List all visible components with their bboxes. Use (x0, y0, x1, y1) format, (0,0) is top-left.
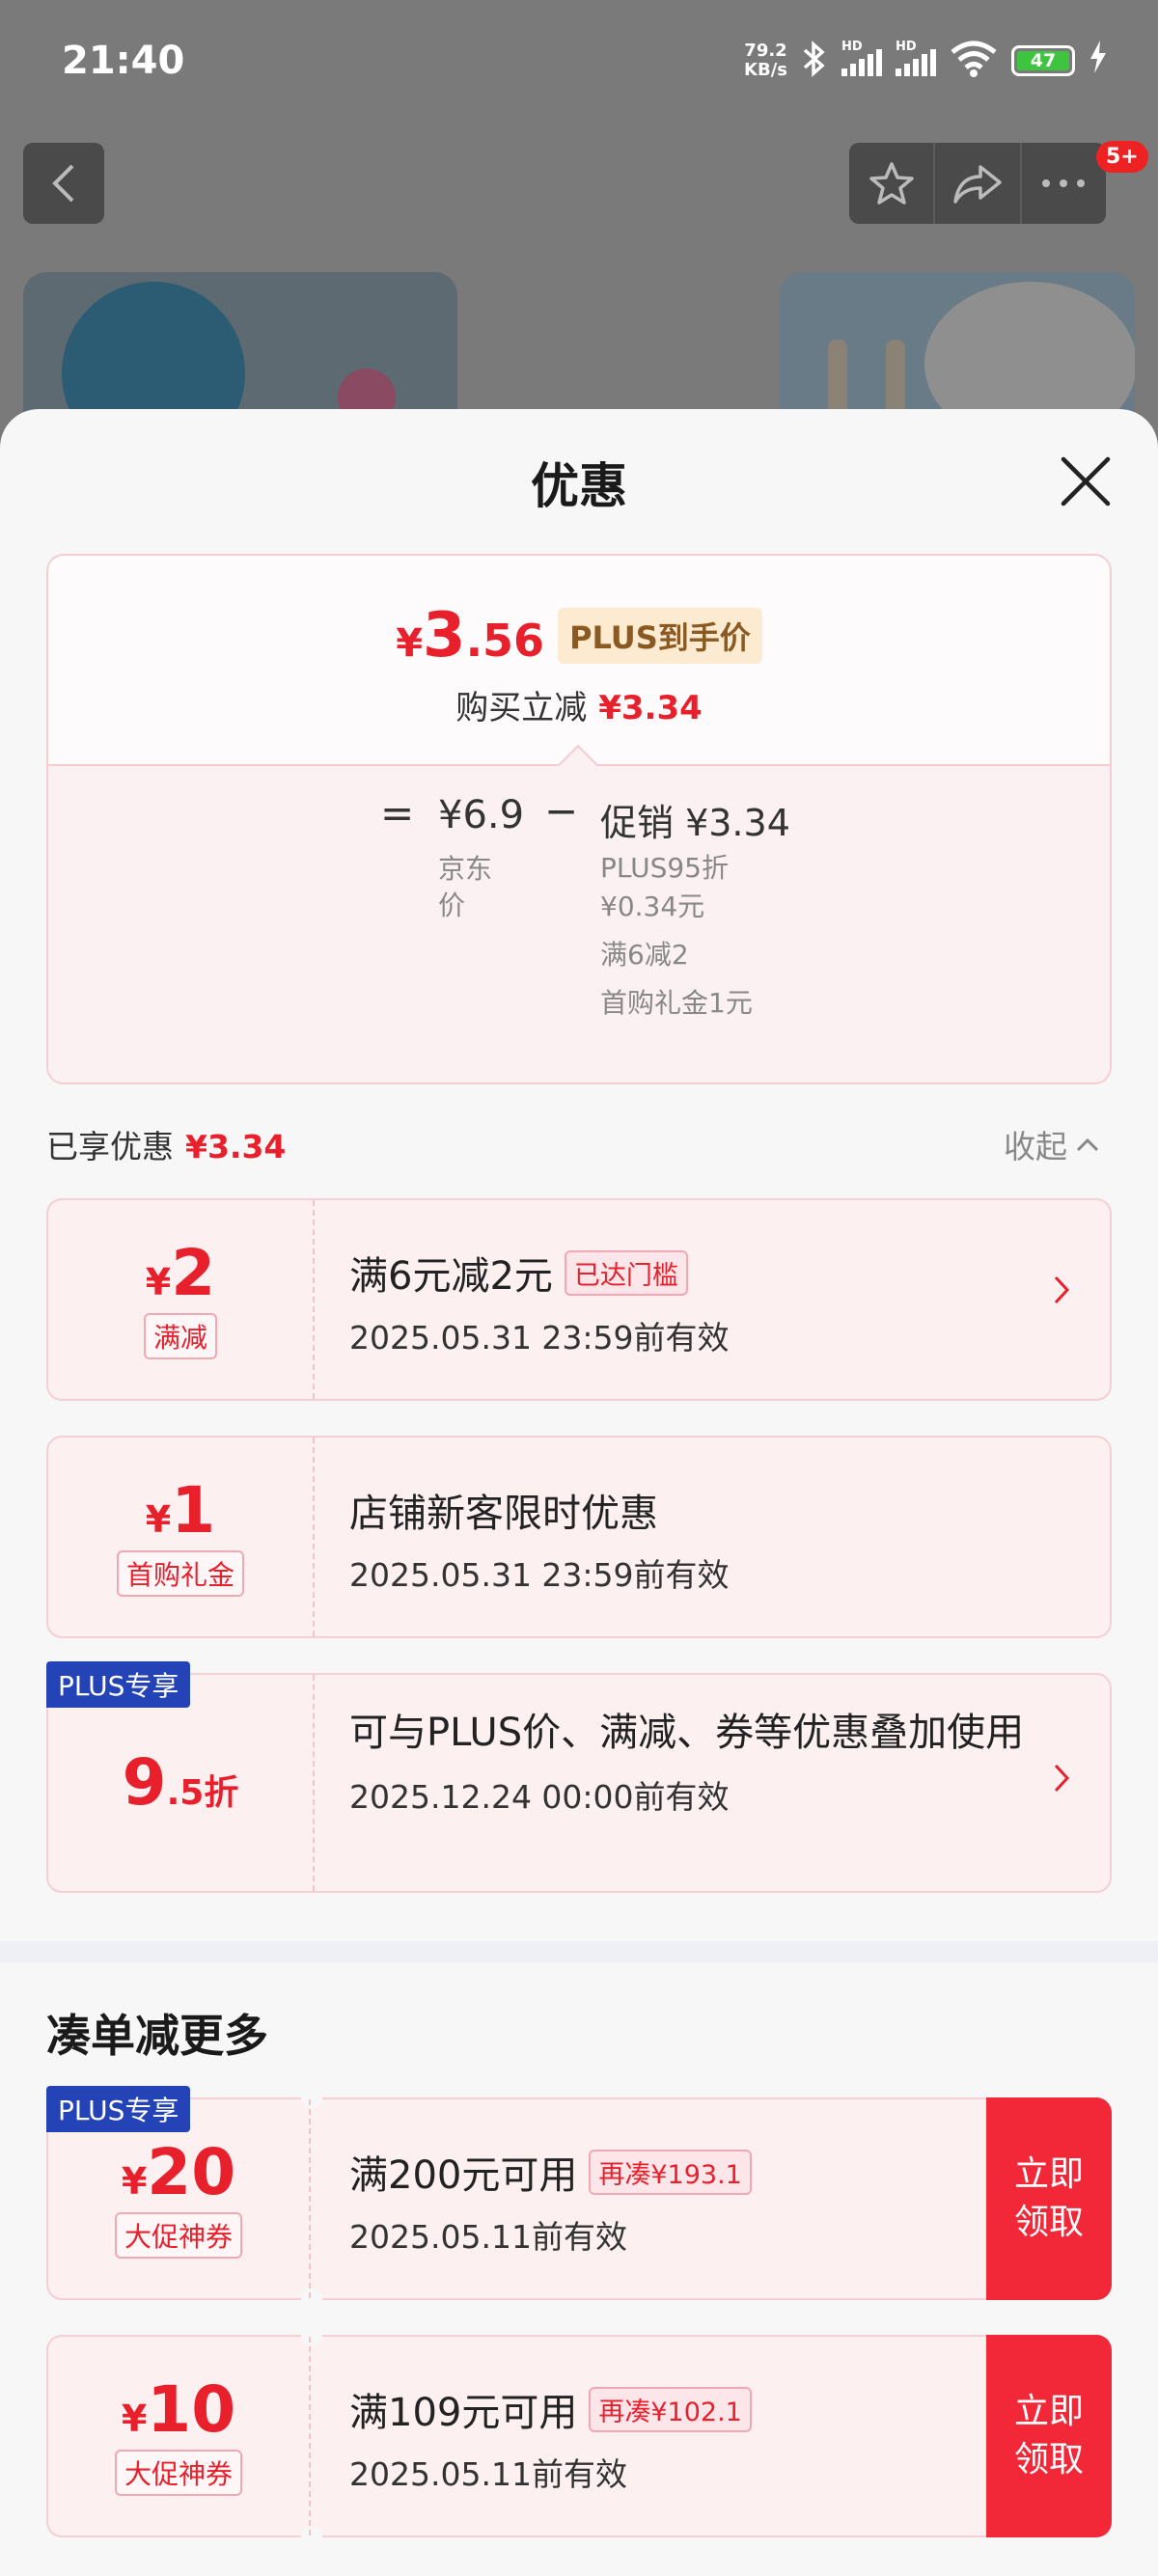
claim-button[interactable]: 立即领取 (986, 2335, 1112, 2537)
jd-price: ¥6.9 (438, 793, 525, 837)
collapse-button[interactable]: 收起 (1004, 1121, 1100, 1167)
coupon-title: 可与PLUS价、满减、券等优惠叠加使用 (349, 1711, 1025, 1755)
final-price-row: ¥3.56 PLUS到手价 (48, 600, 1110, 671)
coupon-title: 店铺新客限时优惠 (349, 1492, 658, 1536)
status-icons: 79.2 KB/s HD HD 47 (744, 40, 1108, 81)
coupon-card[interactable]: ¥2 满减 满6元减2元 已达门槛 2025.05.31 23:59前有效 (46, 1198, 1112, 1401)
plus-discount-card[interactable]: PLUS专享 9.5折 可与PLUS价、满减、券等优惠叠加使用 2025.12.… (46, 1661, 1112, 1893)
coupon-type: 满减 (143, 1313, 217, 1359)
coupon-date: 2025.05.11前有效 (349, 2218, 627, 2256)
favorite-button[interactable] (849, 143, 936, 224)
claimable-coupon: PLUS专享 ¥20 大促神券 满200元可用 再凑¥193.1 2025.05.… (46, 2086, 1112, 2310)
promo-item: PLUS95折¥0.34元 (600, 852, 729, 922)
claim-button[interactable]: 立即领取 (986, 2097, 1112, 2300)
instant-discount: 购买立减 ¥3.34 (455, 689, 703, 727)
bluetooth-icon (801, 41, 828, 81)
coupon-value: ¥20 大促神券 (48, 2099, 311, 2298)
network-speed: 79.2 KB/s (744, 41, 787, 80)
promo-items: PLUS95折¥0.34元 满6减2 首购礼金1元 (600, 849, 774, 1032)
section-divider (0, 1941, 1158, 1962)
coupon-type: 首购礼金 (116, 1550, 244, 1597)
cellular-signal-1-icon: HD (841, 40, 882, 76)
status-time: 21:40 (62, 39, 185, 83)
price-summary-card: ¥3.56 PLUS到手价 购买立减 ¥3.34 = ¥6.9 京东价 − 促销 … (46, 554, 1112, 1084)
promo-total: 促销 ¥3.34 (600, 802, 790, 844)
chevron-up-icon (1076, 1137, 1099, 1152)
close-icon (1061, 456, 1111, 507)
coupon-value: ¥2 满减 (48, 1200, 315, 1399)
final-price: ¥3.56 (396, 600, 545, 671)
promo-item: 满6减2 (600, 939, 689, 971)
remaining-amount-tag: 再凑¥193.1 (589, 2149, 752, 2195)
coupon-title: 满6元减2元 (349, 1254, 553, 1299)
coupon-date: 2025.05.31 23:59前有效 (349, 1319, 730, 1357)
share-icon (953, 165, 1002, 204)
coupon-type: 大促神券 (114, 2212, 242, 2259)
status-bar: 21:40 79.2 KB/s HD HD 47 (0, 0, 1158, 135)
charging-icon (1089, 41, 1108, 81)
coupon-value: ¥1 首购礼金 (48, 1438, 315, 1636)
share-button[interactable] (935, 143, 1022, 224)
message-badge: 5+ (1096, 141, 1148, 173)
coupon-value: 9.5折 (48, 1675, 315, 1891)
coupon-title: 满200元可用 (349, 2153, 578, 2198)
jd-price-label: 京东价 (438, 853, 493, 921)
coupon-date: 2025.12.24 00:00前有效 (349, 1778, 730, 1816)
back-button[interactable] (23, 143, 104, 224)
star-icon (868, 162, 914, 205)
coupon-date: 2025.05.11前有效 (349, 2455, 627, 2493)
cellular-signal-2-icon: HD (896, 40, 936, 76)
coupon-type: 大促神券 (114, 2450, 242, 2496)
coupon-value: ¥10 大促神券 (48, 2337, 311, 2535)
coupon-date: 2025.05.31 23:59前有效 (349, 1556, 730, 1594)
chevron-left-icon (52, 164, 74, 203)
coupon-card: ¥1 首购礼金 店铺新客限时优惠 2025.05.31 23:59前有效 (46, 1436, 1112, 1638)
remaining-amount-tag: 再凑¥102.1 (589, 2386, 752, 2432)
price-breakdown: = ¥6.9 京东价 − 促销 ¥3.34 PLUS95折¥0.34元 满6减2… (48, 744, 1110, 1082)
background-page: 21:40 79.2 KB/s HD HD 47 5+ (0, 0, 1158, 465)
discount-sheet: 优惠 ¥3.56 PLUS到手价 购买立减 ¥3.34 = ¥6.9 京东价 − … (0, 409, 1158, 2576)
close-button[interactable] (1058, 453, 1114, 509)
coupon-title: 满109元可用 (349, 2391, 578, 2435)
equals-sign: = (380, 789, 415, 836)
enjoyed-discount: 已享优惠 ¥3.34 (46, 1128, 287, 1165)
chevron-right-icon (1054, 1764, 1070, 1793)
more-button[interactable] (1022, 143, 1106, 224)
battery-icon: 47 (1011, 45, 1075, 76)
promo-item: 首购礼金1元 (600, 987, 753, 1019)
claimable-coupon: ¥10 大促神券 满109元可用 再凑¥102.1 2025.05.11前有效 立… (46, 2325, 1112, 2547)
wifi-icon (950, 41, 998, 81)
sheet-title: 优惠 (531, 458, 627, 514)
minus-sign: − (544, 787, 579, 835)
chevron-right-icon (1054, 1275, 1070, 1304)
more-savings-title: 凑单减更多 (46, 2010, 268, 2062)
more-dots-icon (1042, 179, 1086, 187)
top-actions (849, 143, 1106, 224)
threshold-reached-tag: 已达门槛 (564, 1249, 688, 1296)
plus-price-tag: PLUS到手价 (558, 608, 762, 664)
